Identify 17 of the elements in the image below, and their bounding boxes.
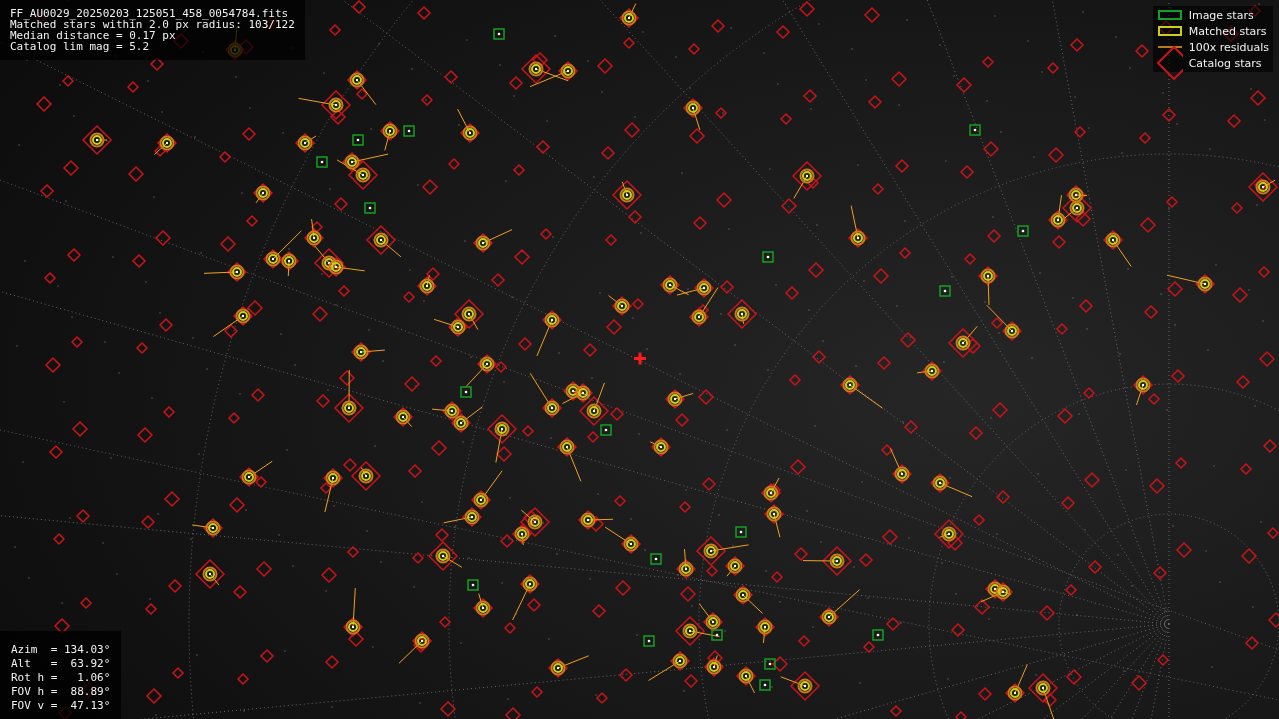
legend-label: 100x residuals (1188, 40, 1269, 54)
diamond-icon (1156, 46, 1183, 80)
info-text: Matched stars within 2.0 px radius: 103/122 (10, 19, 295, 30)
line-icon (1157, 46, 1182, 48)
pointing-value: Alt = 63.92° (11, 657, 111, 671)
pointing-value: Azim = 134.03° (11, 643, 111, 657)
info-text: Catalog lim mag = 5.2 (10, 41, 151, 52)
square-icon (1157, 10, 1182, 20)
info-text: Median distance = 0.17 px (10, 30, 176, 41)
file-name: FF_AU0029_20250203_125051_458_0054784.fits (10, 8, 290, 19)
pointing-value: FOV h = 88.89° (11, 685, 111, 699)
pointing-value: FOV v = 47.13° (11, 699, 111, 713)
legend-label: Catalog stars (1188, 56, 1262, 70)
legend-label: Image stars (1188, 8, 1254, 22)
square-icon (1157, 26, 1182, 36)
pointing-value: Rot h = 1.06° (11, 671, 111, 685)
legend-label: Matched stars (1188, 24, 1267, 38)
